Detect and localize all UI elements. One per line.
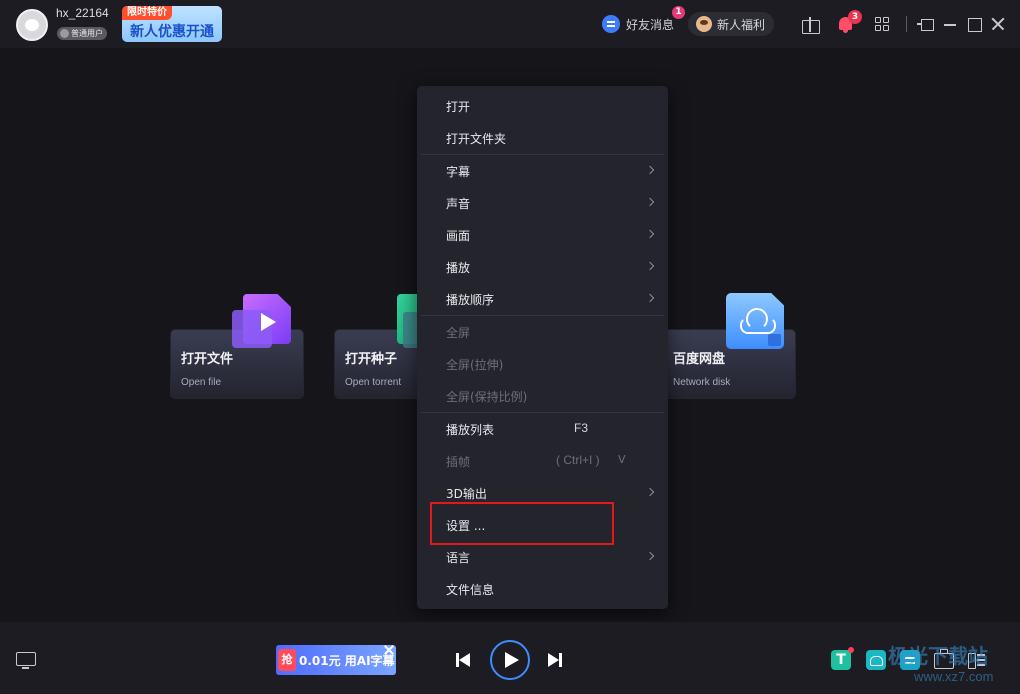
menu-item-play-order[interactable]: 播放顺序: [417, 283, 668, 315]
menu-item-label: 打开: [446, 100, 471, 114]
menu-item-playback[interactable]: 播放: [417, 251, 668, 283]
menu-item-shortcut: F3: [574, 421, 589, 435]
menu-item-shortcut: ( Ctrl+I ): [556, 453, 600, 467]
promo-tag: 限时特价: [122, 6, 172, 20]
text-tool-icon[interactable]: T: [831, 650, 851, 670]
title-bar: hx_22164 普通用户 限时特价 新人优惠开通 好友消息 1 新人福利 3: [0, 0, 1020, 48]
menu-item-open-folder[interactable]: 打开文件夹: [417, 122, 668, 154]
ai-subtitle-ad-banner[interactable]: 抢 0.01元 用AI字幕: [276, 645, 396, 675]
newbie-benefit-button[interactable]: 新人福利: [688, 12, 774, 36]
menu-item-language[interactable]: 语言: [417, 541, 668, 573]
friend-messages-button[interactable]: 好友消息: [602, 14, 674, 34]
ad-text: 0.01元 用AI字幕: [299, 654, 395, 668]
notification-badge: 3: [848, 10, 862, 24]
ad-grab-tag: 抢: [278, 649, 296, 671]
card-title: 百度网盘: [673, 352, 726, 367]
mini-mode-icon[interactable]: [916, 14, 936, 34]
next-icon[interactable]: [548, 653, 562, 667]
menu-item-label: 播放: [446, 261, 471, 275]
vip-mark-icon: V: [618, 453, 626, 466]
close-icon[interactable]: [383, 644, 395, 656]
menu-item-fullscreen[interactable]: 全屏: [417, 316, 668, 348]
menu-item-open[interactable]: 打开: [417, 90, 668, 122]
network-disk-card[interactable]: 百度网盘 Network disk: [663, 290, 795, 398]
tv-icon[interactable]: [16, 652, 36, 669]
menu-item-fullscreen-keep-ratio[interactable]: 全屏(保持比例): [417, 380, 668, 412]
menu-item-label: 声音: [446, 197, 471, 211]
chevron-right-icon: [645, 261, 655, 271]
minimize-icon[interactable]: [940, 14, 960, 34]
menu-item-audio[interactable]: 声音: [417, 187, 668, 219]
menu-item-label: 播放列表: [446, 423, 495, 437]
card-title: 打开文件: [181, 352, 234, 367]
menu-item-label: 打开文件夹: [446, 132, 507, 146]
menu-item-video[interactable]: 画面: [417, 219, 668, 251]
vip-promo-button[interactable]: 限时特价 新人优惠开通: [122, 6, 222, 42]
cloud-sync-icon[interactable]: [866, 650, 886, 670]
play-button[interactable]: [490, 640, 530, 680]
menu-item-frame-interpolation[interactable]: 插帧 ( Ctrl+I ) V: [417, 445, 668, 477]
apps-grid-icon[interactable]: [875, 17, 889, 31]
maximize-icon[interactable]: [964, 14, 984, 34]
watermark-text: 极光下载站: [888, 644, 988, 668]
menu-item-label: 语言: [446, 551, 471, 565]
settings-highlight-annotation: [430, 502, 614, 545]
chevron-right-icon: [645, 165, 655, 175]
promo-text: 新人优惠开通: [130, 24, 214, 40]
user-avatar[interactable]: [16, 9, 48, 41]
menu-item-label: 全屏(保持比例): [446, 390, 528, 404]
gift-icon[interactable]: [800, 14, 820, 34]
friend-messages-label: 好友消息: [626, 17, 675, 32]
card-subtitle: Network disk: [673, 377, 731, 388]
chevron-right-icon: [645, 197, 655, 207]
newbie-benefit-label: 新人福利: [717, 17, 766, 32]
notification-dot: [848, 647, 854, 653]
cloud-icon: [740, 308, 776, 334]
chat-icon: [602, 15, 620, 33]
menu-item-label: 全屏: [446, 326, 471, 340]
menu-item-label: 画面: [446, 229, 471, 243]
menu-item-subtitles[interactable]: 字幕: [417, 155, 668, 187]
card-subtitle: Open file: [181, 377, 222, 388]
menu-item-label: 播放顺序: [446, 293, 495, 307]
character-icon: [696, 16, 712, 32]
menu-item-label: 文件信息: [446, 583, 495, 597]
previous-icon[interactable]: [456, 653, 470, 667]
chevron-right-icon: [645, 293, 655, 303]
username[interactable]: hx_22164: [56, 6, 109, 20]
menu-item-label: 字幕: [446, 165, 471, 179]
chevron-right-icon: [645, 551, 655, 561]
menu-item-label: 3D输出: [446, 487, 487, 501]
menu-item-playlist[interactable]: 播放列表 F3: [417, 413, 668, 445]
menu-item-label: 全屏(拉伸): [446, 358, 504, 372]
open-file-card[interactable]: 打开文件 Open file: [171, 290, 303, 398]
play-icon: [261, 313, 276, 331]
chevron-right-icon: [645, 487, 655, 497]
menu-item-label: 插帧: [446, 455, 471, 469]
menu-item-fullscreen-stretch[interactable]: 全屏(拉伸): [417, 348, 668, 380]
friend-messages-badge: 1: [672, 6, 685, 19]
menu-item-file-info[interactable]: 文件信息: [417, 573, 668, 605]
cloud-icon-corner: [768, 334, 781, 346]
close-icon[interactable]: [988, 14, 1008, 34]
chevron-right-icon: [645, 229, 655, 239]
card-subtitle: Open torrent: [345, 377, 402, 388]
titlebar-divider: [906, 16, 907, 32]
watermark-url: www.xz7.com: [914, 669, 994, 684]
card-title: 打开种子: [345, 352, 398, 367]
user-level-badge: 普通用户: [57, 27, 107, 40]
